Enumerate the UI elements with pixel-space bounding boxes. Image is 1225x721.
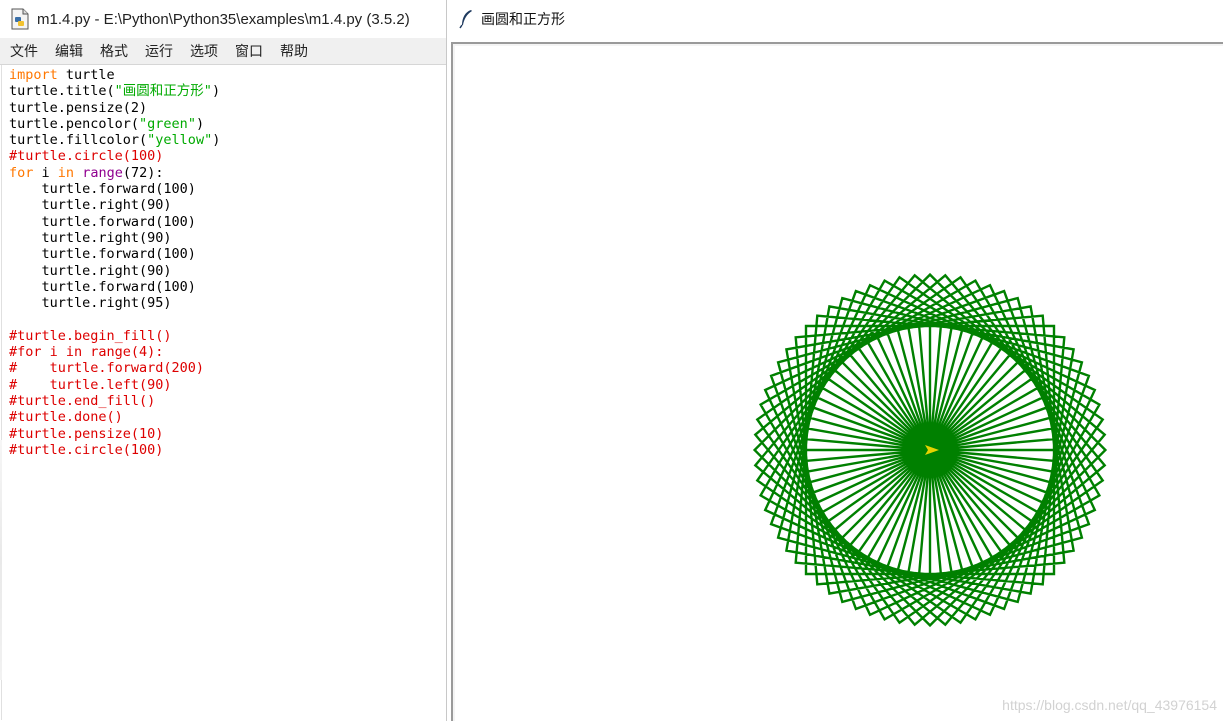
code-token: (72): bbox=[122, 164, 164, 181]
code-token: ) bbox=[212, 132, 221, 149]
turtle-canvas-frame bbox=[451, 42, 1223, 721]
python-file-icon bbox=[11, 8, 29, 30]
turtle-canvas[interactable] bbox=[455, 46, 1223, 721]
code-token: turtle.forward(100) bbox=[9, 278, 196, 295]
code-line: #turtle.circle(100) bbox=[9, 148, 445, 164]
code-line: turtle.right(90) bbox=[9, 263, 445, 279]
code-line: turtle.right(95) bbox=[9, 295, 445, 311]
code-line: #turtle.circle(100) bbox=[9, 442, 445, 458]
code-token: #turtle.end_fill() bbox=[9, 392, 156, 409]
code-token: #for i in range(4): bbox=[9, 344, 164, 361]
code-line: turtle.right(90) bbox=[9, 230, 445, 246]
code-line: import turtle bbox=[9, 67, 445, 83]
idle-menu-bar: 文件 编辑 格式 运行 选项 窗口 帮助 bbox=[0, 38, 446, 65]
code-token: import bbox=[9, 67, 58, 83]
code-line: #turtle.done() bbox=[9, 409, 445, 425]
csdn-watermark: https://blog.csdn.net/qq_43976154 bbox=[1002, 697, 1217, 713]
code-token: turtle.right(95) bbox=[9, 295, 172, 312]
code-token: turtle.forward(100) bbox=[9, 213, 196, 230]
code-token: # turtle.forward(200) bbox=[9, 360, 205, 377]
code-line: turtle.forward(100) bbox=[9, 279, 445, 295]
code-line: #turtle.end_fill() bbox=[9, 393, 445, 409]
code-token: in bbox=[57, 164, 75, 181]
code-token: turtle.pensize(2) bbox=[9, 99, 148, 116]
code-token: turtle bbox=[57, 67, 115, 83]
menu-edit[interactable]: 编辑 bbox=[55, 41, 83, 61]
code-token: #turtle.circle(100) bbox=[9, 441, 164, 458]
code-token: #turtle.begin_fill() bbox=[9, 327, 172, 344]
code-line: #for i in range(4): bbox=[9, 344, 445, 360]
code-token: for bbox=[9, 164, 34, 181]
code-line: #turtle.begin_fill() bbox=[9, 328, 445, 344]
menu-run[interactable]: 运行 bbox=[145, 41, 173, 61]
code-line: # turtle.forward(200) bbox=[9, 360, 445, 376]
code-token: # turtle.left(90) bbox=[9, 376, 172, 393]
code-token: turtle.forward(100) bbox=[9, 246, 196, 263]
code-line: turtle.title("画圆和正方形") bbox=[9, 83, 445, 99]
code-line: turtle.forward(100) bbox=[9, 181, 445, 197]
menu-options[interactable]: 选项 bbox=[190, 41, 218, 61]
code-token: range bbox=[82, 164, 123, 181]
code-line: #turtle.pensize(10) bbox=[9, 426, 445, 442]
code-line: # turtle.left(90) bbox=[9, 377, 445, 393]
code-token: "yellow" bbox=[147, 132, 213, 149]
code-line: turtle.forward(100) bbox=[9, 214, 445, 230]
code-token: turtle.right(90) bbox=[9, 229, 172, 246]
code-line: for i in range(72): bbox=[9, 165, 445, 181]
code-line: turtle.pencolor("green") bbox=[9, 116, 445, 132]
code-token: ) bbox=[211, 83, 221, 100]
code-token: turtle.forward(100) bbox=[9, 181, 196, 198]
idle-window-title: m1.4.py - E:\Python\Python35\examples\m1… bbox=[37, 10, 410, 28]
idle-title-bar[interactable]: m1.4.py - E:\Python\Python35\examples\m1… bbox=[0, 0, 446, 38]
turtle-drawing bbox=[752, 272, 1108, 628]
code-token: ) bbox=[195, 115, 205, 132]
code-token: turtle.right(90) bbox=[9, 262, 172, 279]
menu-help[interactable]: 帮助 bbox=[280, 41, 308, 61]
code-lines: import turtle turtle.title("画圆和正方形") turtl… bbox=[2, 65, 445, 458]
code-token: #turtle.pensize(10) bbox=[9, 425, 164, 442]
code-token: turtle.pencolor( bbox=[9, 115, 140, 132]
menu-file[interactable]: 文件 bbox=[10, 41, 38, 61]
code-line: turtle.right(90) bbox=[9, 197, 445, 213]
code-token: "green" bbox=[139, 115, 196, 132]
idle-editor-window: m1.4.py - E:\Python\Python35\examples\m1… bbox=[0, 0, 447, 721]
code-line: turtle.fillcolor("yellow") bbox=[9, 132, 445, 148]
menu-format[interactable]: 格式 bbox=[100, 41, 128, 61]
code-line: turtle.pensize(2) bbox=[9, 100, 445, 116]
code-token: turtle.fillcolor( bbox=[9, 132, 148, 149]
code-token: turtle.right(90) bbox=[9, 197, 172, 214]
code-token: turtle.title( bbox=[9, 83, 115, 100]
window-edge-strip bbox=[0, 440, 2, 680]
code-line: turtle.forward(100) bbox=[9, 246, 445, 262]
code-token: #turtle.circle(100) bbox=[9, 148, 164, 165]
code-token: i bbox=[33, 164, 58, 181]
turtle-window-title: 画圆和正方形 bbox=[481, 12, 565, 28]
feather-icon bbox=[459, 10, 472, 29]
turtle-graphics-window: 画圆和正方形 https://blog.csdn.net/qq_43976154 bbox=[447, 0, 1225, 721]
code-editor[interactable]: import turtle turtle.title("画圆和正方形") turtl… bbox=[1, 65, 445, 720]
code-token: #turtle.done() bbox=[9, 409, 123, 426]
turtle-title-bar[interactable]: 画圆和正方形 bbox=[447, 0, 1225, 38]
menu-window[interactable]: 窗口 bbox=[235, 41, 263, 61]
code-token: "画圆和正方形" bbox=[114, 83, 212, 100]
